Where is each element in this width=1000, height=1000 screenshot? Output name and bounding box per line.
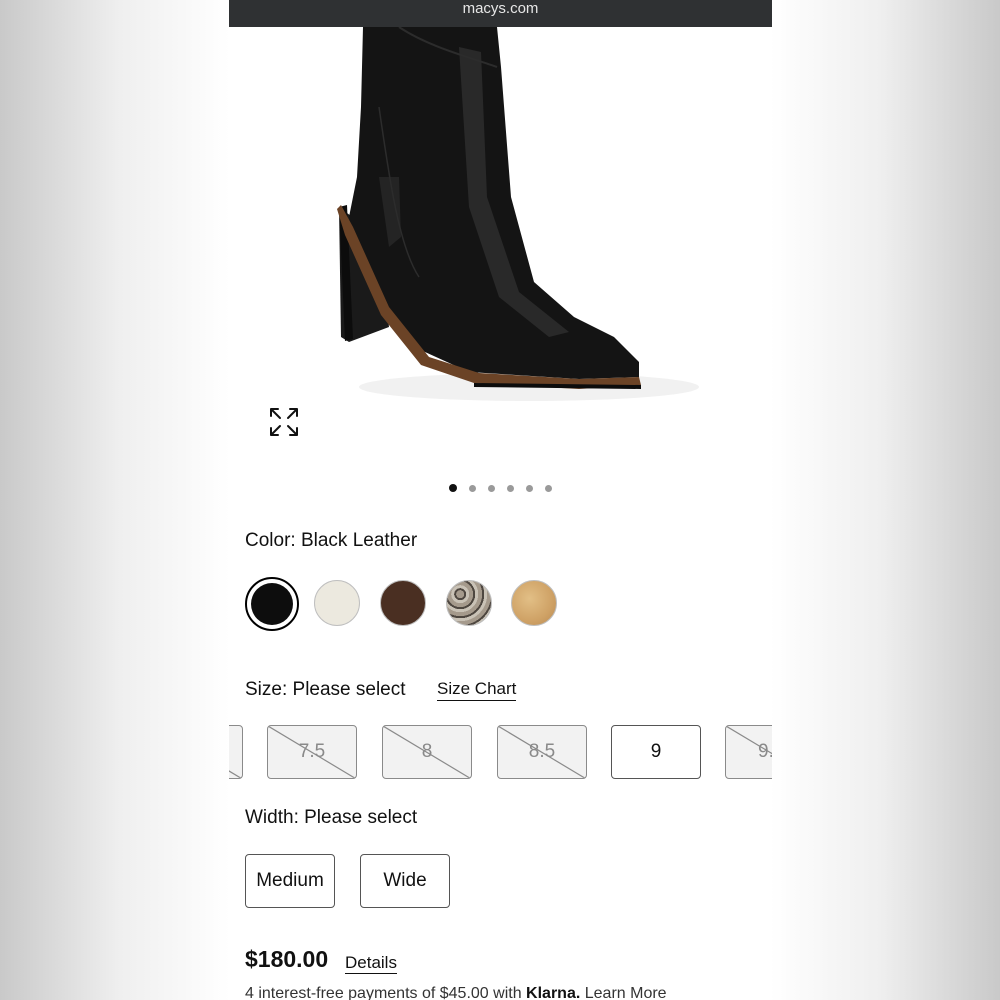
size-option-7[interactable]: 7 [229,725,243,779]
expand-image-icon[interactable] [267,405,301,439]
swatch-brown[interactable] [380,580,426,626]
size-option-label: 9.5 [758,741,772,762]
width-label: Width: Please select [245,807,418,828]
size-label: Size: Please select [245,679,406,700]
product-price: $180.00 [245,946,329,972]
pagination-dot[interactable] [507,485,514,492]
pagination-dot[interactable] [545,485,552,492]
size-option-9[interactable]: 9 [611,725,701,779]
browser-address-bar[interactable]: macys.com [229,0,772,27]
swatch-tan-suede[interactable] [511,580,557,626]
size-option-8.5[interactable]: 8.5 [497,725,587,779]
size-chart-link[interactable]: Size Chart [437,679,517,701]
swatch-ivory[interactable] [314,580,360,626]
size-option-label: 9 [650,741,662,762]
color-label: Color: Black Leather [245,530,418,551]
price-details-link[interactable]: Details [345,953,397,974]
pagination-dot[interactable] [526,485,533,492]
pagination-dot[interactable] [488,485,495,492]
size-option-9.5[interactable]: 9.5 [725,725,772,779]
width-option-medium[interactable]: Medium [245,854,335,908]
size-option-7.5[interactable]: 7.5 [267,725,357,779]
pagination-dot[interactable] [449,484,457,492]
learn-more-link[interactable]: Learn More [585,985,667,1000]
swatch-black[interactable] [245,577,299,631]
pagination-dot[interactable] [469,485,476,492]
size-option-label: 8.5 [528,741,556,762]
installment-text: 4 interest-free payments of $45.00 with [245,985,527,1000]
url-text: macys.com [462,0,539,17]
image-pagination-dots [229,484,772,494]
size-option-label: 7.5 [298,741,326,762]
klarna-installments: 4 interest-free payments of $45.00 with … [245,985,667,1000]
phone-screen: macys.com Color: Black Leather Size: Ple… [229,0,772,1000]
size-option-label: 8 [421,741,433,762]
product-image-boot[interactable] [229,27,772,467]
size-option-8[interactable]: 8 [382,725,472,779]
width-option-wide[interactable]: Wide [360,854,450,908]
klarna-logo-text: Klarna. [526,985,581,1000]
swatch-snake-print[interactable] [446,580,492,626]
